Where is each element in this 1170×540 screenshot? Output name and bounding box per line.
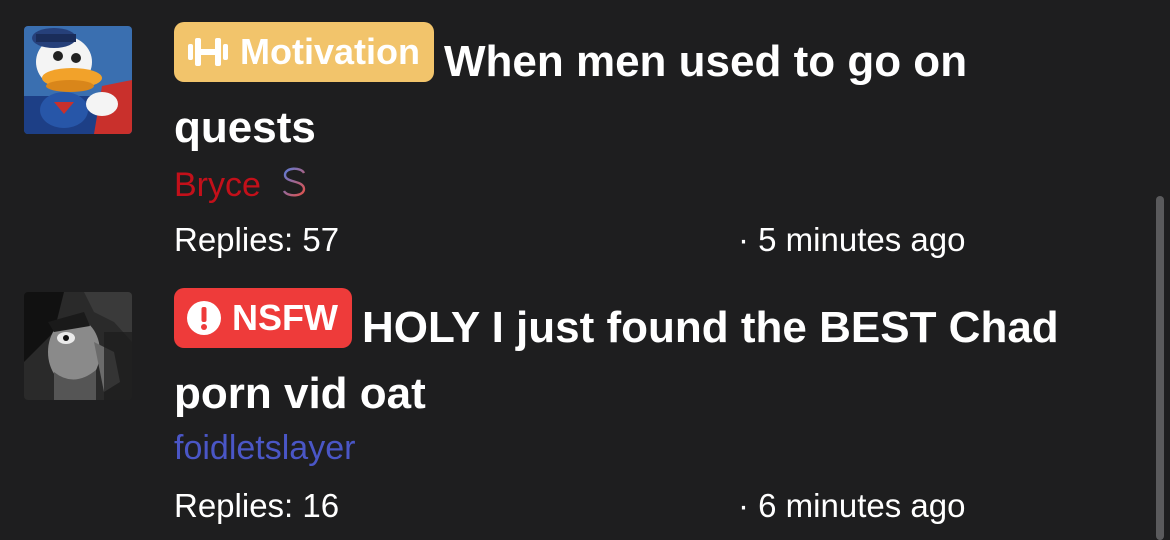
thread-item[interactable]: Motivation When men used to go on quests … xyxy=(0,22,1150,276)
cartoon-duck-avatar xyxy=(24,26,132,134)
author-name: Bryce xyxy=(174,166,261,204)
reply-count: Replies: 16 xyxy=(174,487,340,524)
scrollbar[interactable] xyxy=(1156,196,1164,540)
dollar-icon xyxy=(279,162,309,211)
thread-item[interactable]: NSFW HOLY I just found the BEST Chad porn… xyxy=(0,288,1150,540)
author-name: foidletslayer xyxy=(174,429,356,467)
thread-title[interactable]: Motivation When men used to go on quests xyxy=(174,22,1074,161)
thread-feed: Motivation When men used to go on quests … xyxy=(0,0,1170,540)
exclamation-circle-icon xyxy=(186,300,222,336)
manga-face-avatar xyxy=(24,292,132,400)
dumbbell-icon xyxy=(186,34,230,70)
tag-badge[interactable]: NSFW xyxy=(174,288,352,348)
reply-count: Replies: 57 xyxy=(174,221,340,258)
tag-badge[interactable]: Motivation xyxy=(174,22,434,82)
tag-label: NSFW xyxy=(232,297,338,338)
thread-author[interactable]: Bryce xyxy=(174,162,309,211)
tag-label: Motivation xyxy=(240,31,420,72)
post-time: · 5 minutes ago xyxy=(738,221,966,258)
post-time: · 6 minutes ago xyxy=(738,487,966,524)
user-avatar[interactable] xyxy=(24,292,132,400)
thread-author[interactable]: foidletslayer xyxy=(174,428,355,468)
thread-title[interactable]: NSFW HOLY I just found the BEST Chad porn… xyxy=(174,288,1074,427)
user-avatar[interactable] xyxy=(24,26,132,134)
